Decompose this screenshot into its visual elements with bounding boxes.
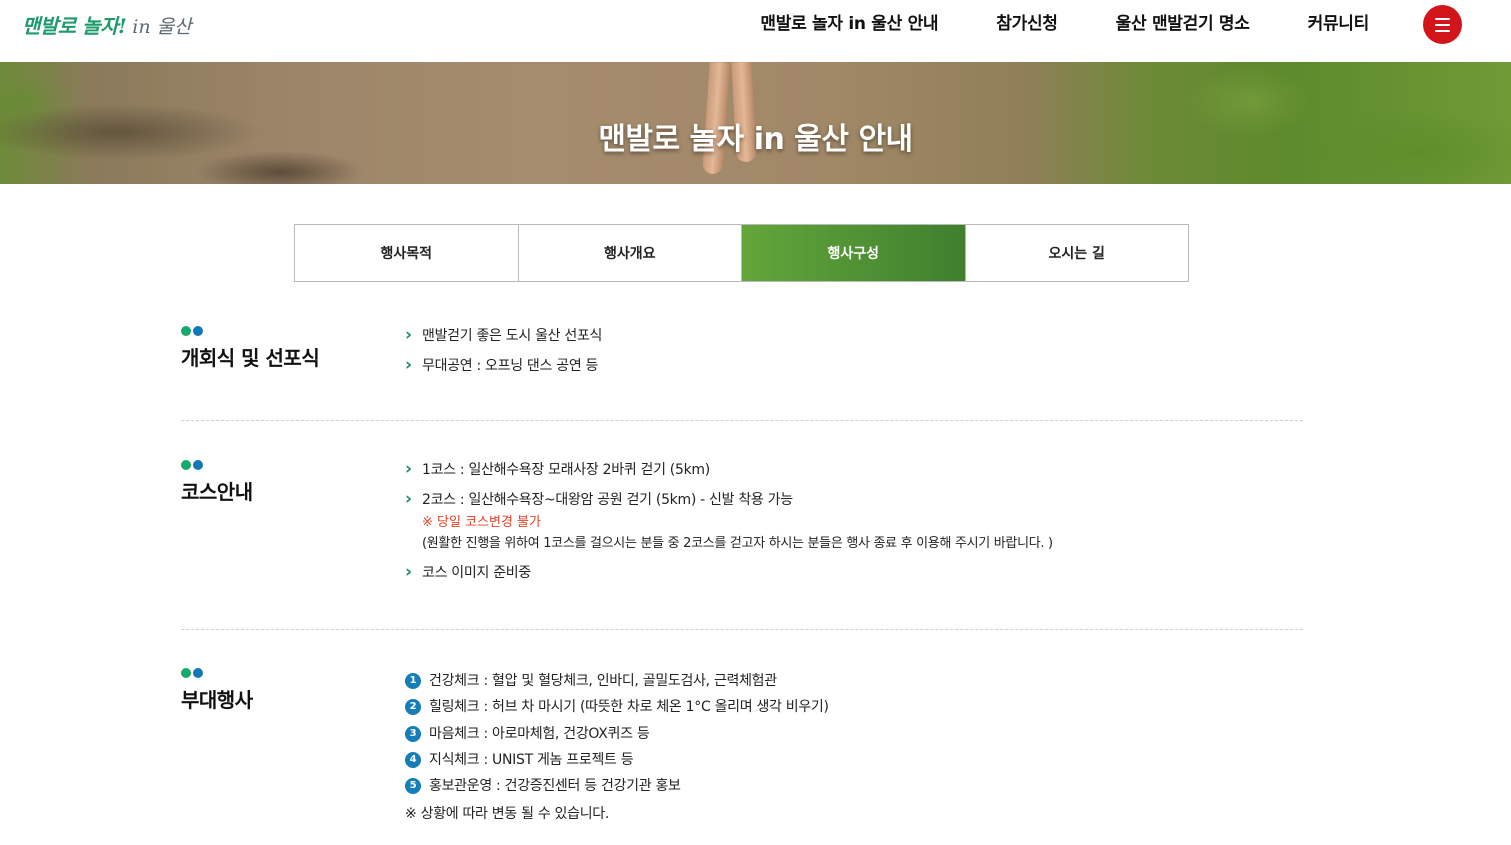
menu-line bbox=[1435, 29, 1450, 32]
page-banner: 맨발로 놀자 in 울산 안내 bbox=[0, 62, 1511, 184]
number-badge-icon: 1 bbox=[405, 673, 421, 690]
section-divider bbox=[181, 629, 1303, 630]
list-item: 2 힐링체크 : 허브 차 마시기 (따뜻한 차로 체온 1°C 올리며 생각 … bbox=[405, 694, 829, 720]
section-dots-icon bbox=[181, 668, 203, 678]
course-note: (원활한 진행을 위하여 1코스를 걸으시는 분들 중 2코스를 걷고자 하시는… bbox=[422, 536, 1053, 551]
section-body: 1 건강체크 : 혈압 및 혈당체크, 인바디, 골밀도검사, 근력체험관 2 … bbox=[405, 668, 829, 823]
list-item-text: 마음체크 : 아로마체험, 건강OX퀴즈 등 bbox=[429, 725, 650, 742]
list-item: 1코스 : 일산해수욕장 모래사장 2바퀴 걷기 (5km) bbox=[405, 459, 1053, 480]
tab-program[interactable]: 행사구성 bbox=[742, 225, 966, 281]
menu-line bbox=[1435, 17, 1450, 20]
footnote: ※ 상황에 따라 변동 될 수 있습니다. bbox=[405, 806, 610, 823]
tab-purpose[interactable]: 행사목적 bbox=[295, 225, 519, 281]
list-item: 코스 이미지 준비중 bbox=[405, 562, 1053, 583]
list-item: 2코스 : 일산해수욕장~대왕암 공원 걷기 (5km) - 신발 착용 가능 bbox=[405, 489, 1053, 510]
section-course: 코스안내 1코스 : 일산해수욕장 모래사장 2바퀴 걷기 (5km) 2코스 … bbox=[181, 459, 1303, 590]
course-change-warning: ※ 당일 코스변경 불가 bbox=[422, 515, 541, 530]
number-badge-icon: 2 bbox=[405, 699, 421, 716]
list-item: 맨발걷기 좋은 도시 울산 선포식 bbox=[405, 325, 602, 346]
section-body: 맨발걷기 좋은 도시 울산 선포식 무대공연 : 오프닝 댄스 공연 등 bbox=[405, 325, 602, 376]
site-header: 맨발로 놀자! in 울산 맨발로 놀자 in 울산 안내 참가신청 울산 맨발… bbox=[0, 0, 1511, 62]
section-dots-icon bbox=[181, 326, 203, 336]
menu-line bbox=[1435, 23, 1450, 26]
page-title: 맨발로 놀자 in 울산 안내 bbox=[598, 122, 913, 157]
section-body: 1코스 : 일산해수욕장 모래사장 2바퀴 걷기 (5km) 2코스 : 일산해… bbox=[405, 459, 1053, 583]
logo-sub-text: in 울산 bbox=[132, 16, 192, 38]
section-divider bbox=[181, 420, 1303, 421]
number-badge-icon: 3 bbox=[405, 725, 421, 742]
section-title: 개회식 및 선포식 bbox=[181, 346, 320, 370]
hamburger-menu-icon[interactable] bbox=[1423, 5, 1462, 44]
section-opening: 개회식 및 선포식 맨발걷기 좋은 도시 울산 선포식 무대공연 : 오프닝 댄… bbox=[181, 325, 1303, 406]
list-item-text: 힐링체크 : 허브 차 마시기 (따뜻한 차로 체온 1°C 올리며 생각 비우… bbox=[429, 699, 829, 716]
logo-main-text: 맨발로 놀자! bbox=[22, 14, 127, 38]
main-nav: 맨발로 놀자 in 울산 안내 참가신청 울산 맨발걷기 명소 커뮤니티 bbox=[760, 12, 1369, 36]
number-badge-icon: 5 bbox=[405, 778, 421, 795]
nav-item-community[interactable]: 커뮤니티 bbox=[1308, 12, 1370, 36]
nav-item-guide[interactable]: 맨발로 놀자 in 울산 안내 bbox=[760, 12, 938, 36]
list-item-text: 지식체크 : UNIST 게놈 프로젝트 등 bbox=[429, 752, 634, 769]
number-badge-icon: 4 bbox=[405, 752, 421, 769]
tab-overview[interactable]: 행사개요 bbox=[519, 225, 742, 281]
nav-item-apply[interactable]: 참가신청 bbox=[996, 12, 1058, 36]
section-side-events: 부대행사 1 건강체크 : 혈압 및 혈당체크, 인바디, 골밀도검사, 근력체… bbox=[181, 668, 1303, 838]
section-dots-icon bbox=[181, 460, 203, 470]
list-item: 4 지식체크 : UNIST 게놈 프로젝트 등 bbox=[405, 747, 829, 773]
list-item-text: 건강체크 : 혈압 및 혈당체크, 인바디, 골밀도검사, 근력체험관 bbox=[429, 673, 777, 690]
tab-directions[interactable]: 오시는 길 bbox=[966, 225, 1189, 281]
section-title: 부대행사 bbox=[181, 688, 253, 712]
list-item-text: 홍보관운영 : 건강증진센터 등 건강기관 홍보 bbox=[429, 778, 681, 795]
list-item: 무대공연 : 오프닝 댄스 공연 등 bbox=[405, 355, 602, 376]
list-item: 5 홍보관운영 : 건강증진센터 등 건강기관 홍보 bbox=[405, 773, 829, 799]
nav-item-spots[interactable]: 울산 맨발걷기 명소 bbox=[1116, 12, 1250, 36]
site-logo[interactable]: 맨발로 놀자! in 울산 bbox=[22, 10, 192, 46]
section-title: 코스안내 bbox=[181, 480, 253, 504]
list-item: 1 건강체크 : 혈압 및 혈당체크, 인바디, 골밀도검사, 근력체험관 bbox=[405, 668, 829, 694]
list-item: 3 마음체크 : 아로마체험, 건강OX퀴즈 등 bbox=[405, 721, 829, 747]
sub-tabs: 행사목적 행사개요 행사구성 오시는 길 bbox=[294, 224, 1189, 282]
